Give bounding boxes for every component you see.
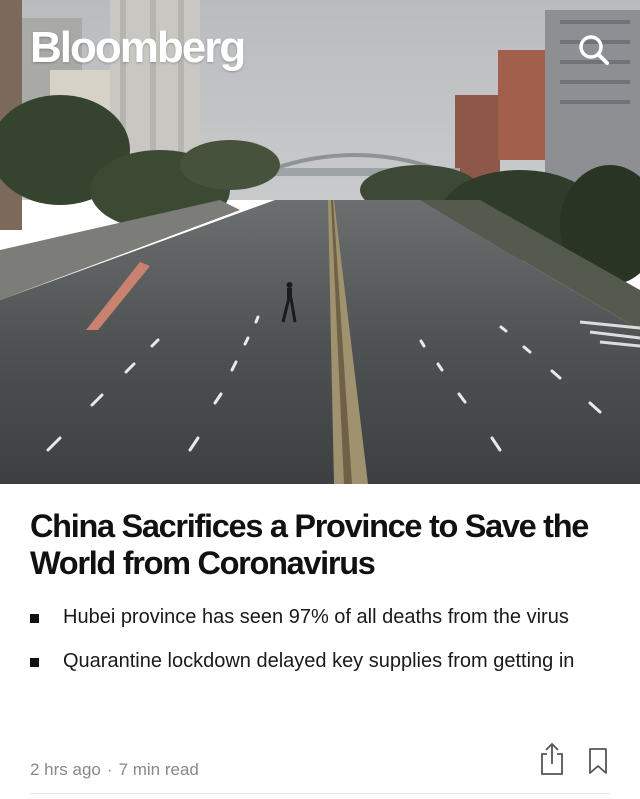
article-card[interactable]: Bloomberg China Sacrifices a Province to… xyxy=(0,0,640,799)
bullet-square-icon xyxy=(30,614,39,623)
card-divider xyxy=(30,793,610,794)
search-icon xyxy=(579,35,609,65)
article-meta: 2 hrs ago · 7 min read xyxy=(30,760,199,780)
hero-image[interactable]: Bloomberg xyxy=(0,0,640,484)
summary-bullet-text: Hubei province has seen 97% of all death… xyxy=(63,606,569,628)
search-button[interactable] xyxy=(576,32,612,68)
share-button[interactable] xyxy=(538,742,566,776)
bullet-square-icon xyxy=(30,658,39,667)
bloomberg-logo[interactable]: Bloomberg xyxy=(30,26,246,70)
summary-bullet: Hubei province has seen 97% of all death… xyxy=(30,605,610,630)
summary-bullet-text: Quarantine lockdown delayed key supplies… xyxy=(63,650,575,672)
article-headline[interactable]: China Sacrifices a Province to Save the … xyxy=(30,508,620,582)
article-summary-list: Hubei province has seen 97% of all death… xyxy=(30,605,610,693)
bookmark-icon xyxy=(589,748,607,774)
bookmark-button[interactable] xyxy=(586,747,610,775)
summary-bullet: Quarantine lockdown delayed key supplies… xyxy=(30,649,610,674)
share-icon xyxy=(541,742,563,775)
meta-separator: · xyxy=(106,760,113,779)
time-ago: 2 hrs ago xyxy=(30,760,101,779)
empty-road-photo xyxy=(0,0,640,484)
read-time: 7 min read xyxy=(118,760,199,779)
